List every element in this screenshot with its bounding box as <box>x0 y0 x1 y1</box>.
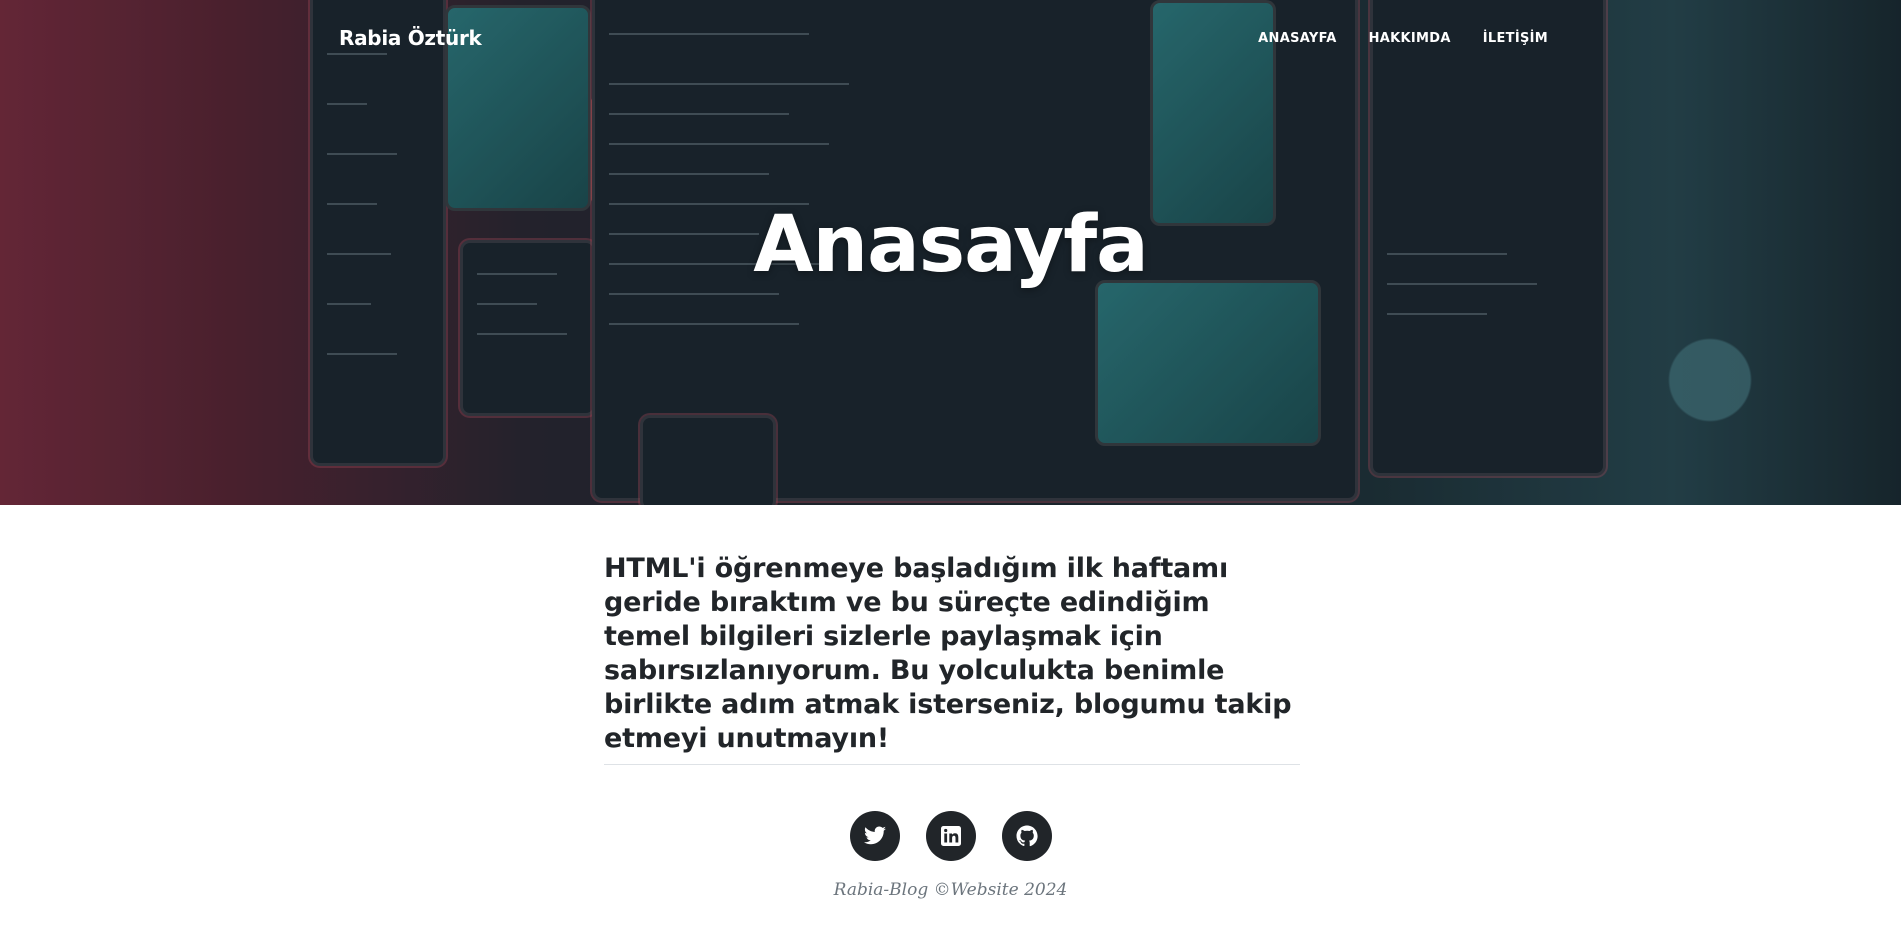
twitter-link[interactable] <box>849 811 900 861</box>
main-nav: ANASAYFA HAKKIMDA İLETİŞİM <box>1258 31 1548 46</box>
hero-header: Rabia Öztürk ANASAYFA HAKKIMDA İLETİŞİM … <box>0 0 1901 505</box>
nav-item-hakkimda[interactable]: HAKKIMDA <box>1369 31 1451 46</box>
intro-text: HTML'i öğrenmeye başladığım ilk haftamı … <box>604 553 1292 754</box>
nav-item-iletisim[interactable]: İLETİŞİM <box>1483 31 1548 46</box>
main-content: HTML'i öğrenmeye başladığım ilk haftamı … <box>604 552 1300 765</box>
page-title: Anasayfa <box>753 200 1149 290</box>
nav-item-anasayfa[interactable]: ANASAYFA <box>1258 31 1336 46</box>
site-brand[interactable]: Rabia Öztürk <box>339 26 482 50</box>
linkedin-link[interactable] <box>925 811 976 861</box>
twitter-icon <box>863 826 886 845</box>
copyright-text: Rabia-Blog ©Website 2024 <box>833 880 1068 900</box>
github-link[interactable] <box>1001 811 1052 861</box>
github-icon <box>1016 825 1038 847</box>
social-links <box>0 811 1901 861</box>
content-divider <box>604 764 1300 765</box>
linkedin-icon <box>940 826 961 846</box>
